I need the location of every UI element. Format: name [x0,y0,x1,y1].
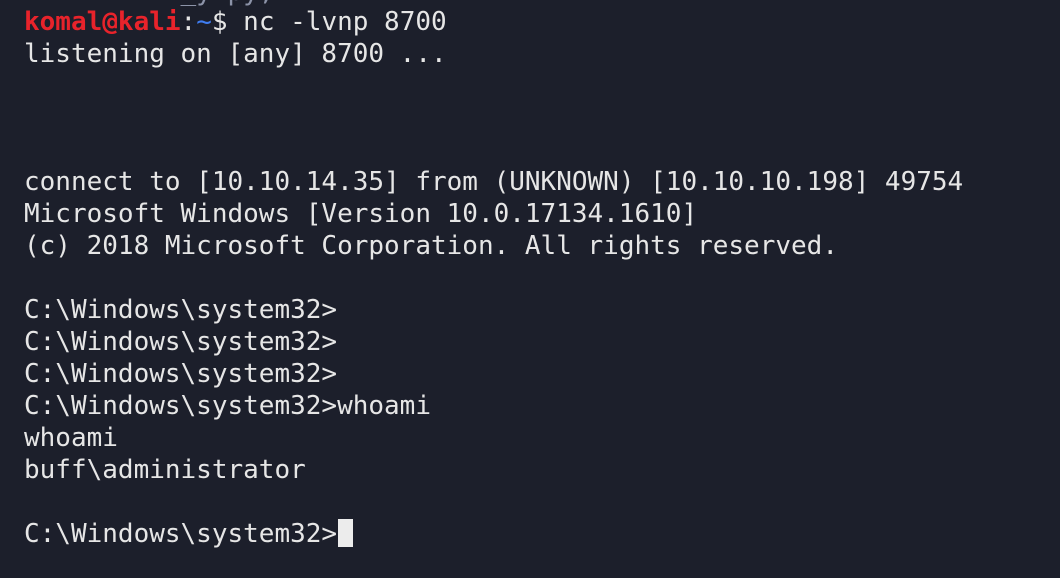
terminal-window[interactable]: ───────── _y.py, ── ─ ──── ────── komal@… [0,0,1060,578]
whoami-echo-line: whoami [24,423,118,453]
prompt-command: nc -lvnp 8700 [243,7,447,37]
listening-line: listening on [any] 8700 ... [24,39,447,69]
prompt-symbol: $ [211,7,244,37]
shell-prompt-line: komal@kali:~$ nc -lvnp 8700 [24,6,447,38]
final-prompt-text: C:\Windows\system32> [24,519,338,549]
whoami-result-line: buff\administrator [24,455,306,485]
cmd-whoami-line: C:\Windows\system32>whoami [24,391,431,421]
cmd-prompt-line: C:\Windows\system32> [24,327,338,357]
cmd-prompt-line: C:\Windows\system32> [24,295,338,325]
cmd-prompt-line: C:\Windows\system32> [24,359,338,389]
connect-line: connect to [10.10.14.35] from (UNKNOWN) … [24,167,964,197]
copyright-line: (c) 2018 Microsoft Corporation. All righ… [24,231,838,261]
block-cursor-icon [338,519,354,547]
prompt-separator: : [180,7,197,37]
version-line: Microsoft Windows [Version 10.0.17134.16… [24,199,698,229]
final-prompt-line[interactable]: C:\Windows\system32> [24,518,354,550]
prompt-path: ~ [196,7,212,37]
prompt-user: komal@kali [24,7,181,37]
